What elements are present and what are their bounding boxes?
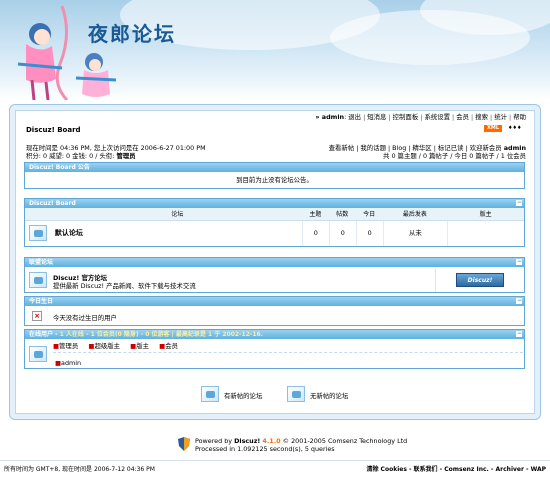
jump-arrows-icon[interactable]: ♦♦♦: [508, 125, 521, 131]
col-posts: 帖数: [336, 211, 349, 218]
board-stats: 共 0 篇主题 / 0 篇帖子 / 今日 0 篇帖子 / 1 位会员: [383, 152, 526, 160]
new-posts-icon: [201, 386, 219, 402]
legend-member: 会员: [165, 342, 178, 350]
forum-list-box: Discuz! Board − 论坛 主题 帖数 今日 最后发表 版主 默认论坛 …: [24, 198, 525, 247]
footer-links[interactable]: 清除 Cookies - 联系我们 - Comsenz Inc. - Archi…: [366, 464, 546, 473]
nav-search[interactable]: 搜索: [475, 113, 488, 121]
nav-username[interactable]: admin: [322, 113, 344, 121]
alliance-site-desc: 提供最新 Discuz! 产品新闻、软件下载与技术交流: [53, 282, 196, 290]
col-spacer: [25, 208, 53, 220]
forum-name-link[interactable]: 默认论坛: [53, 221, 302, 246]
powered-prefix: Powered by: [195, 437, 235, 445]
birthday-header: 今日生日 −: [25, 297, 524, 306]
processed-time: Processed in 1.092125 second(s), 5 queri…: [195, 445, 335, 453]
birthday-box: 今日生日 − × 今天没有过生日的用户: [24, 296, 525, 326]
online-users-box: 在线用户 - 1 人在线 - 1 位会员(0 隐身) - 0 位游客 | 最高纪…: [24, 329, 525, 369]
site-banner: 夜郎论坛: [0, 0, 550, 100]
forum-list-title[interactable]: Discuz! Board: [29, 200, 76, 207]
discuz-logo-banner[interactable]: Discuz!: [456, 273, 504, 287]
nav-logout[interactable]: 退出: [348, 113, 361, 121]
forum-status-icon: [29, 225, 47, 241]
forum-lastpost: 从未: [382, 221, 448, 246]
nav-help[interactable]: 帮助: [513, 113, 526, 121]
online-user-link[interactable]: admin: [61, 359, 81, 367]
nav-pm[interactable]: 短消息: [367, 113, 386, 121]
copyright: © 2001-2005 Comsenz Technology Ltd: [282, 437, 408, 445]
online-legend: ■管理员 ■超级版主 ■版主 ■会员: [53, 341, 523, 353]
last-visit-time: 2006-6-27 01:00 PM: [140, 144, 206, 152]
legend-supermod: 超级版主: [94, 342, 120, 350]
forum-status-cell: [25, 221, 53, 246]
announcement-box: Discuz! Board 公告 到目前为止没有论坛公告。: [24, 162, 525, 189]
nav-stats[interactable]: 统计: [494, 113, 507, 121]
powered-by: Powered by Discuz! 4.1.0 © 2001-2005 Com…: [195, 437, 407, 445]
legend-mod: 版主: [136, 342, 149, 350]
announcement-text: 到目前为止没有论坛公告。: [236, 176, 313, 184]
online-header: 在线用户 - 1 人在线 - 1 位会员(0 隐身) - 0 位游客 | 最高纪…: [25, 330, 524, 339]
online-user-list: ■admin: [55, 359, 81, 367]
forum-row[interactable]: 默认论坛 0 0 0 从未: [25, 221, 524, 246]
forum-moderators: [447, 221, 524, 246]
footer-divider: [0, 460, 550, 461]
nav-admin-settings[interactable]: 系统设置: [424, 113, 450, 121]
link-icon: [29, 272, 47, 288]
col-moderators: 版主: [479, 211, 492, 218]
nav-members[interactable]: 会员: [456, 113, 469, 121]
collapse-icon[interactable]: −: [516, 331, 522, 337]
xml-rss-icon[interactable]: XML: [484, 125, 502, 132]
collapse-icon[interactable]: −: [516, 298, 522, 304]
top-nav: » admin: 退出 | 短消息 | 控制面板 | 系统设置 | 会员 | 搜…: [315, 113, 526, 121]
col-topics: 主题: [309, 211, 322, 218]
new-posts-legend: 有新帖的论坛: [224, 392, 263, 400]
broken-image-icon: ×: [32, 311, 42, 321]
announcement-title: Discuz! Board 公告: [29, 164, 90, 171]
online-stats: 1 人在线 - 1 位会员(0 隐身) - 0 位游客 | 最高纪录是 1 于 …: [59, 331, 264, 338]
version: 4.1.0: [262, 437, 281, 445]
legend-admin: 管理员: [59, 342, 79, 350]
discuz-brand-link[interactable]: Discuz!: [234, 437, 260, 445]
alliance-links-box: 联盟论坛 − Discuz! 官方论坛 提供最新 Discuz! 产品新闻、软件下…: [24, 257, 525, 293]
comsenz-shield-icon: [178, 437, 190, 451]
credit-info: 积分: 0 威望: 0 金钱: 0 / 头衔: 管理员: [26, 151, 136, 160]
site-title: 夜郎论坛: [88, 22, 176, 46]
no-new-posts-legend: 无新帖的论坛: [310, 392, 349, 400]
user-title: 管理员: [116, 152, 136, 160]
birthday-text: 今天没有过生日的用户: [53, 314, 117, 322]
alliance-header: 联盟论坛 −: [25, 258, 524, 267]
online-icon: [29, 346, 47, 362]
forum-posts: 0: [328, 221, 356, 246]
no-new-posts-icon: [287, 386, 305, 402]
collapse-icon[interactable]: −: [516, 259, 522, 265]
col-today: 今日: [363, 211, 376, 218]
nav-control-panel[interactable]: 控制面板: [393, 113, 419, 121]
announcement-header: Discuz! Board 公告: [25, 163, 524, 172]
divider: [435, 269, 436, 292]
footer-time: 所有时间为 GMT+8, 现在时间是 2006-7-12 04:36 PM: [4, 466, 155, 473]
col-lastpost: 最后发表: [402, 211, 427, 218]
credit-values: 积分: 0 威望: 0 金钱: 0 / 头衔:: [26, 152, 115, 160]
collapse-icon[interactable]: −: [516, 200, 522, 206]
forum-today: 0: [355, 221, 383, 246]
board-breadcrumb[interactable]: Discuz! Board: [26, 126, 81, 134]
birthday-title: 今日生日: [29, 298, 54, 305]
online-title[interactable]: 在线用户 -: [29, 331, 60, 338]
forum-list-header: Discuz! Board −: [25, 199, 524, 208]
alliance-title: 联盟论坛: [29, 259, 54, 266]
forum-column-headers: 论坛 主题 帖数 今日 最后发表 版主: [25, 208, 524, 221]
col-forum: 论坛: [171, 211, 184, 218]
forum-topics: 0: [301, 221, 329, 246]
